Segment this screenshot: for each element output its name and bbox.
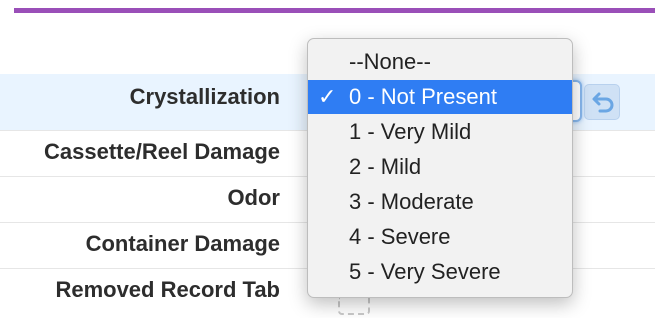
option-label: 3 - Moderate [349, 189, 474, 214]
dropdown-option-5-very-severe[interactable]: 5 - Very Severe [308, 255, 572, 289]
label-clip: Container Damage [0, 223, 280, 268]
page: Crystallization Cassette/Reel Damage Odo… [0, 0, 655, 318]
label-clip: Removed Record Tab [0, 269, 280, 317]
label-clip: Cassette/Reel Damage [0, 131, 280, 176]
field-label-container-damage: Container Damage [85, 231, 280, 256]
field-label-crystallization: Crystallization [129, 84, 280, 109]
dropdown-option-3-moderate[interactable]: 3 - Moderate [308, 185, 572, 219]
accent-bar [14, 8, 655, 13]
undo-button[interactable] [584, 84, 620, 120]
undo-icon [592, 92, 614, 113]
label-clip: Odor [0, 177, 280, 222]
option-label: 0 - Not Present [349, 84, 497, 109]
option-label: 1 - Very Mild [349, 119, 472, 144]
field-label-cassette-reel-damage: Cassette/Reel Damage [43, 139, 280, 164]
option-label: 4 - Severe [349, 224, 451, 249]
removed-record-tab-checkbox[interactable] [338, 297, 370, 315]
dropdown-menu: --None-- ✓ 0 - Not Present 1 - Very Mild… [307, 38, 573, 298]
field-label-removed-record-tab: Removed Record Tab [55, 277, 280, 302]
option-label: 5 - Very Severe [349, 259, 501, 284]
option-label: 2 - Mild [349, 154, 422, 179]
checkmark-icon: ✓ [318, 84, 337, 109]
label-clip: Crystallization [0, 74, 280, 130]
field-label-odor: Odor [227, 185, 280, 210]
dropdown-option-0-not-present[interactable]: ✓ 0 - Not Present [308, 80, 572, 114]
option-label: --None-- [349, 49, 431, 74]
dropdown-option-2-mild[interactable]: 2 - Mild [308, 150, 572, 184]
dropdown-option-none[interactable]: --None-- [308, 45, 572, 79]
dropdown-option-1-very-mild[interactable]: 1 - Very Mild [308, 115, 572, 149]
dropdown-option-4-severe[interactable]: 4 - Severe [308, 220, 572, 254]
